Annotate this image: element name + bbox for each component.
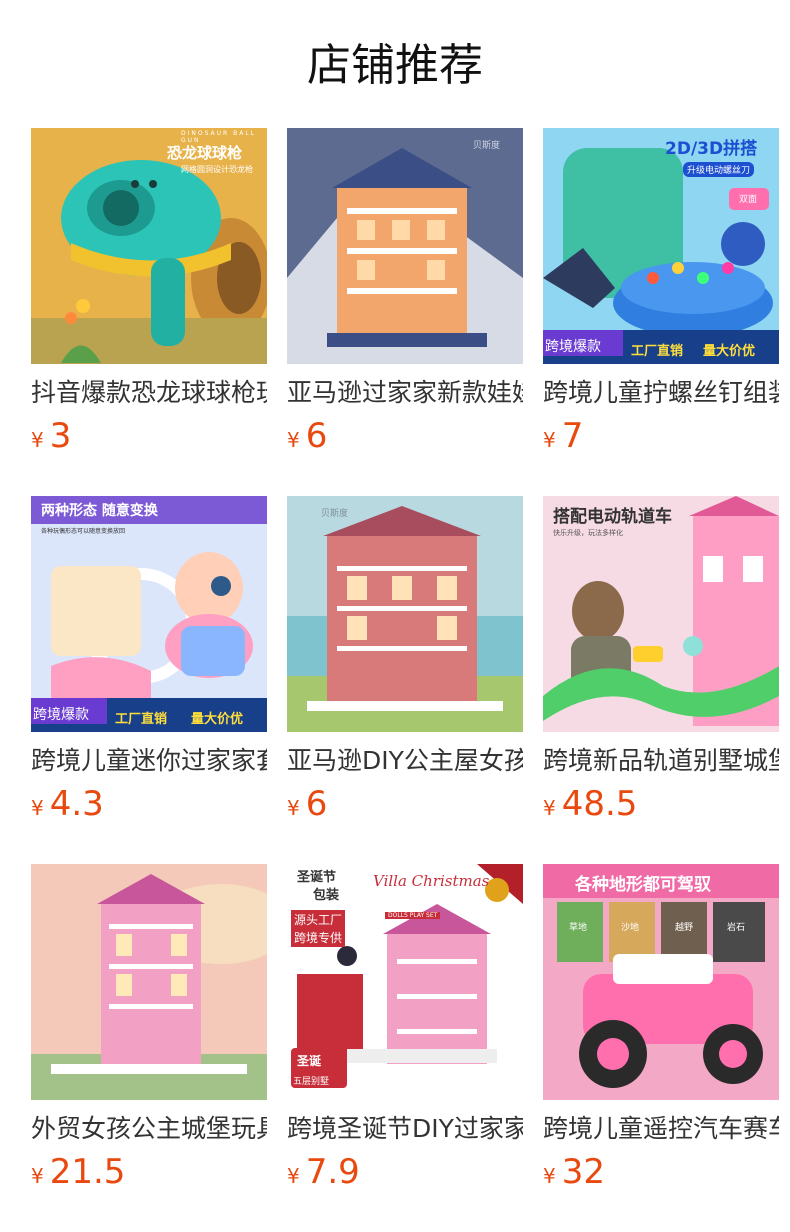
image-text-3: DINOSAUR BALL GUN — [181, 130, 256, 144]
image-text-export: 跨境专供 — [291, 928, 346, 947]
product-card[interactable]: 贝斯度 亚马逊过家家新款娃娃屋 ¥6 — [287, 128, 523, 458]
price-amount: 21.5 — [49, 1152, 126, 1192]
image-text-grass: 草地 — [569, 923, 588, 933]
price-amount: 7.9 — [305, 1152, 360, 1192]
image-text-factory: 工厂直销 — [631, 344, 684, 359]
product-name[interactable]: 跨境儿童拧螺丝钉组装玩具 — [543, 376, 779, 410]
product-card[interactable]: 两种形态 随意变换 各种玩偶形态可以随意变换放回 跨境爆款 工厂直销 量大价优 … — [31, 496, 267, 826]
image-text-title: 搭配电动轨道车 — [553, 507, 672, 527]
image-text-title: 各种地形都可驾驭 — [575, 875, 711, 895]
product-image-christmas-house[interactable]: 圣诞节 包装 源头工厂 跨境专供 Villa Christmas DOLLS P… — [287, 864, 523, 1100]
product-price: ¥32 — [543, 1152, 605, 1192]
image-text-1: 恐龙球球枪 — [167, 144, 243, 162]
price-amount: 6 — [305, 784, 328, 824]
image-text-offroad: 越野 — [675, 923, 694, 933]
image-text-xmas-title: 圣诞节 — [297, 870, 337, 885]
image-text-badge: 跨境爆款 — [545, 339, 601, 355]
image-text-watermark: 贝斯度 — [473, 141, 501, 151]
image-text-factory: 源头工厂 — [291, 910, 346, 929]
currency-symbol: ¥ — [287, 796, 300, 820]
product-image-princess-castle[interactable] — [31, 864, 267, 1100]
image-text-bulk: 量大价优 — [191, 712, 244, 727]
product-price: ¥48.5 — [543, 784, 637, 824]
image-text-xmas-badge: 圣诞 — [297, 1054, 322, 1068]
product-price: ¥21.5 — [31, 1152, 125, 1192]
image-text-title: 两种形态 随意变换 — [41, 503, 158, 519]
product-price: ¥7.9 — [287, 1152, 360, 1192]
product-image-mini-playset[interactable]: 两种形态 随意变换 各种玩偶形态可以随意变换放回 跨境爆款 工厂直销 量大价优 — [31, 496, 267, 732]
product-card[interactable]: 恐龙球球枪 网格圆洞设计恐龙枪 DINOSAUR BALL GUN 抖音爆款恐龙… — [31, 128, 267, 458]
price-amount: 7 — [561, 416, 584, 456]
currency-symbol: ¥ — [287, 428, 300, 452]
product-name[interactable]: 跨境儿童迷你过家家套装 — [31, 744, 267, 778]
image-text-sub: 快乐升级，玩法多样化 — [553, 529, 623, 537]
price-amount: 6 — [305, 416, 328, 456]
product-card[interactable]: 2D/3D拼搭 升级电动螺丝刀 双面 跨境爆款 工厂直销 量大价优 跨境儿童拧螺… — [543, 128, 779, 458]
product-price: ¥4.3 — [31, 784, 104, 824]
product-image-princess-house[interactable]: 贝斯度 — [287, 496, 523, 732]
currency-symbol: ¥ — [31, 796, 44, 820]
product-card[interactable]: 搭配电动轨道车 快乐升级，玩法多样化 跨境新品轨道别墅城堡玩具 ¥48.5 — [543, 496, 779, 826]
product-image-doll-house[interactable]: 贝斯度 — [287, 128, 523, 364]
image-text-rock: 岩石 — [727, 923, 746, 933]
currency-symbol: ¥ — [543, 796, 556, 820]
image-text-five-floors: 五层别墅 — [293, 1077, 330, 1087]
product-card[interactable]: 各种地形都可驾驭 草地 沙地 越野 岩石 跨境儿童遥控汽车赛车 ¥32 — [543, 864, 779, 1194]
image-text-double: 双面 — [739, 195, 758, 205]
image-text-badge: 跨境爆款 — [33, 707, 89, 723]
currency-symbol: ¥ — [543, 428, 556, 452]
currency-symbol: ¥ — [287, 1164, 300, 1188]
product-name[interactable]: 亚马逊过家家新款娃娃屋 — [287, 376, 523, 410]
product-price: ¥3 — [31, 416, 71, 456]
image-text-2: 网格圆洞设计恐龙枪 — [181, 165, 253, 174]
image-text-dolls: DOLLS PLAY SET — [385, 912, 441, 919]
product-card[interactable]: 外贸女孩公主城堡玩具 ¥21.5 — [31, 864, 267, 1194]
image-text-bulk: 量大价优 — [703, 344, 756, 359]
image-text-title: 2D/3D拼搭 — [665, 139, 758, 159]
product-name[interactable]: 亚马逊DIY公主屋女孩玩具 — [287, 744, 523, 778]
product-name[interactable]: 跨境儿童遥控汽车赛车 — [543, 1112, 779, 1146]
product-card[interactable]: 贝斯度 亚马逊DIY公主屋女孩玩具 ¥6 — [287, 496, 523, 826]
image-text-watermark: 贝斯度 — [321, 509, 349, 519]
currency-symbol: ¥ — [31, 428, 44, 452]
currency-symbol: ¥ — [543, 1164, 556, 1188]
image-text-sand: 沙地 — [621, 923, 640, 933]
product-image-screw-toy[interactable]: 2D/3D拼搭 升级电动螺丝刀 双面 跨境爆款 工厂直销 量大价优 — [543, 128, 779, 364]
image-text-villa: Villa Christmas — [373, 872, 490, 890]
currency-symbol: ¥ — [31, 1164, 44, 1188]
price-amount: 3 — [49, 416, 72, 456]
product-name[interactable]: 跨境圣诞节DIY过家家玩具 — [287, 1112, 523, 1146]
image-text-factory: 工厂直销 — [115, 712, 168, 727]
product-price: ¥7 — [543, 416, 583, 456]
price-amount: 32 — [561, 1152, 605, 1192]
price-amount: 4.3 — [49, 784, 104, 824]
page-title: 店铺推荐 — [307, 40, 483, 91]
product-image-track-villa[interactable]: 搭配电动轨道车 快乐升级，玩法多样化 — [543, 496, 779, 732]
image-text-sub: 各种玩偶形态可以随意变换放回 — [41, 528, 126, 535]
product-price: ¥6 — [287, 416, 327, 456]
price-amount: 48.5 — [561, 784, 638, 824]
image-text-package: 包装 — [313, 888, 340, 903]
product-name[interactable]: 抖音爆款恐龙球球枪玩具 — [31, 376, 267, 410]
product-image-rc-car[interactable]: 各种地形都可驾驭 草地 沙地 越野 岩石 — [543, 864, 779, 1100]
product-name[interactable]: 跨境新品轨道别墅城堡玩具 — [543, 744, 779, 778]
product-image-dino-ball-gun[interactable]: 恐龙球球枪 网格圆洞设计恐龙枪 DINOSAUR BALL GUN — [31, 128, 267, 364]
product-price: ¥6 — [287, 784, 327, 824]
image-text-sub: 升级电动螺丝刀 — [683, 162, 755, 177]
product-card[interactable]: 圣诞节 包装 源头工厂 跨境专供 Villa Christmas DOLLS P… — [287, 864, 523, 1194]
product-name[interactable]: 外贸女孩公主城堡玩具 — [31, 1112, 267, 1146]
